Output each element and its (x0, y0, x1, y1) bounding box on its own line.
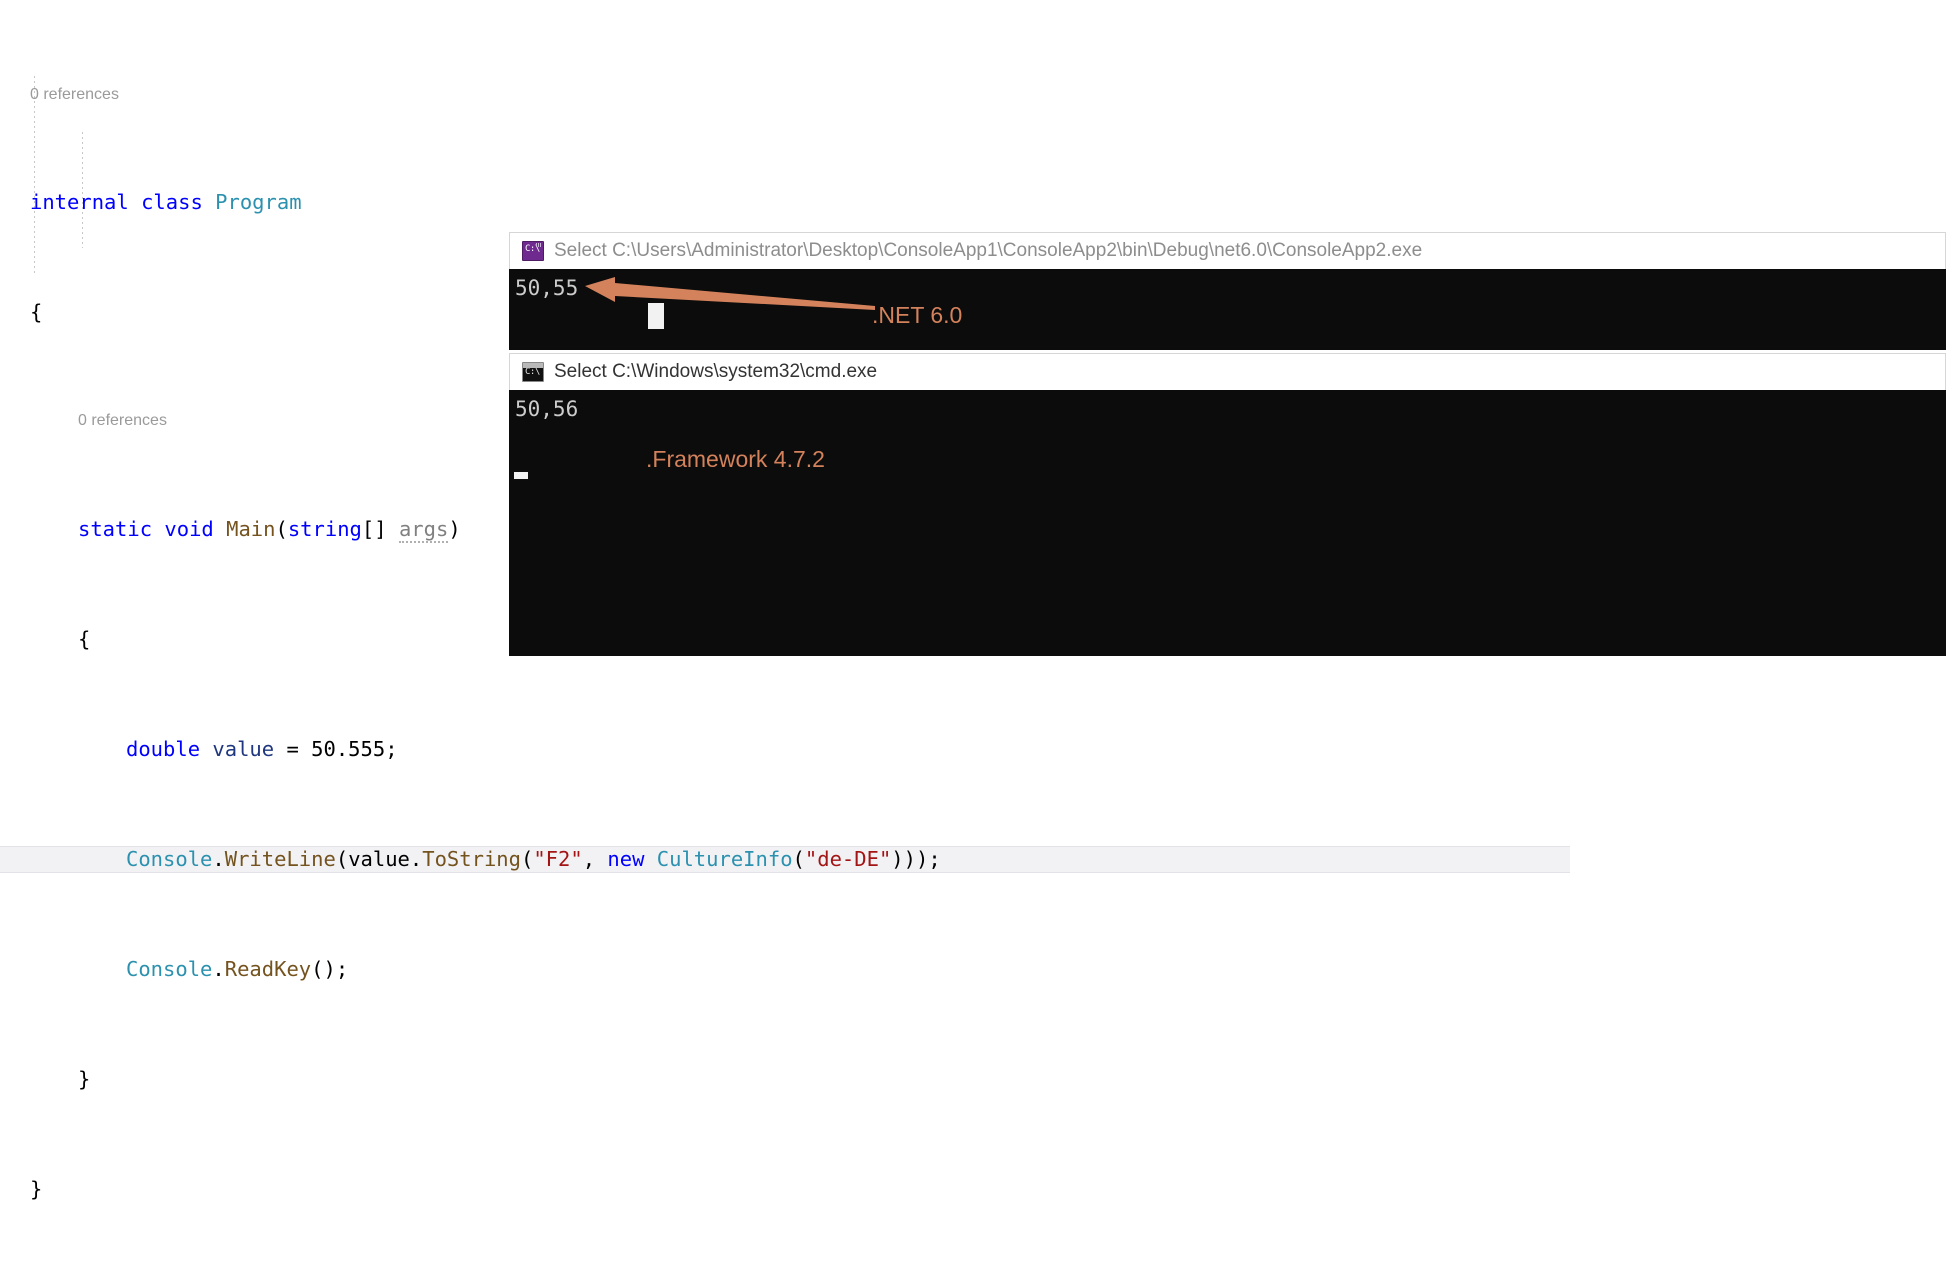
token-culture-arg: "de-DE" (804, 846, 892, 871)
token-space2 (203, 190, 215, 214)
token-args: args (398, 516, 449, 543)
token-dot1: . (212, 846, 225, 871)
console-cursor-framework (514, 472, 528, 479)
token-brace-close-class: } (30, 1176, 43, 1201)
token-paren-open2: ( (335, 846, 349, 871)
code-line-writeline: Console.WriteLine(value.ToString("F2", n… (0, 845, 1570, 873)
token-class: class (141, 190, 203, 214)
token-paren-open: ( (275, 516, 288, 541)
token-static: static (78, 516, 153, 541)
token-paren-open4: ( (792, 846, 805, 871)
token-value-var: value (212, 736, 275, 761)
cmd-console-icon (522, 241, 544, 261)
token-semi1: ; (385, 736, 398, 761)
codelens-class[interactable]: 0 references (0, 83, 1570, 107)
token-value-ref: value (348, 846, 410, 871)
code-line-class-decl: internal class Program (0, 189, 1570, 217)
token-double: double (126, 736, 201, 761)
console-output-line-framework: 50,56 (515, 397, 579, 421)
token-class-name: Program (215, 190, 302, 214)
token-dot3: . (212, 956, 225, 981)
code-line-readkey: Console.ReadKey(); (0, 956, 1570, 984)
token-readkey: ReadKey (224, 956, 312, 981)
console-titlebar-framework[interactable]: Select C:\Windows\system32\cmd.exe (509, 353, 1946, 390)
annotation-arrow-net6 (585, 277, 875, 310)
token-brace-open-class: { (30, 300, 43, 324)
token-cultureinfo: CultureInfo (656, 846, 793, 871)
annotation-label-framework: .Framework 4.7.2 (646, 446, 825, 472)
token-new: new (607, 846, 645, 871)
code-line-declaration: double value = 50.555; (0, 736, 1570, 764)
token-console2: Console (126, 956, 213, 981)
token-comma: , (582, 846, 608, 871)
token-void: void (164, 516, 214, 541)
token-format-string: "F2" (533, 846, 583, 871)
token-brace-open-method: { (78, 626, 91, 651)
token-dot2: . (409, 846, 423, 871)
annotation-label-net6: .NET 6.0 (872, 302, 963, 328)
cmd-console-icon (522, 362, 544, 382)
token-close-parens: ))); (891, 846, 941, 871)
console-title-text-net6: Select C:\Users\Administrator\Desktop\Co… (554, 240, 1423, 261)
token-space7 (644, 847, 656, 871)
token-brace-close-method: } (78, 1066, 91, 1091)
token-space4 (214, 517, 226, 541)
token-tostring: ToString (422, 846, 521, 871)
token-console1: Console (126, 846, 213, 871)
token-assign: = (274, 736, 312, 761)
console-window-framework[interactable]: Select C:\Windows\system32\cmd.exe 50,56 (509, 353, 1946, 656)
console-titlebar-net6[interactable]: Select C:\Users\Administrator\Desktop\Co… (509, 232, 1946, 269)
token-paren-close: ) (448, 516, 461, 541)
token-string-type: string (287, 516, 362, 541)
code-line-close-brace-class: } (0, 1176, 1570, 1204)
token-space1 (129, 190, 141, 214)
token-space5 (387, 517, 399, 541)
token-space6 (200, 737, 212, 761)
console-title-text-framework: Select C:\Windows\system32\cmd.exe (554, 361, 878, 382)
console-output-framework[interactable]: 50,56 (509, 390, 1946, 656)
token-readkey-rest: (); (311, 956, 349, 981)
token-main: Main (226, 516, 276, 541)
token-brackets: [] (361, 516, 387, 541)
token-number: 50.555 (311, 736, 386, 761)
code-line-close-brace-method: } (0, 1066, 1570, 1094)
token-paren-open3: ( (521, 846, 534, 871)
token-space3 (152, 517, 164, 541)
token-internal: internal (30, 190, 129, 214)
token-writeline: WriteLine (224, 846, 336, 871)
